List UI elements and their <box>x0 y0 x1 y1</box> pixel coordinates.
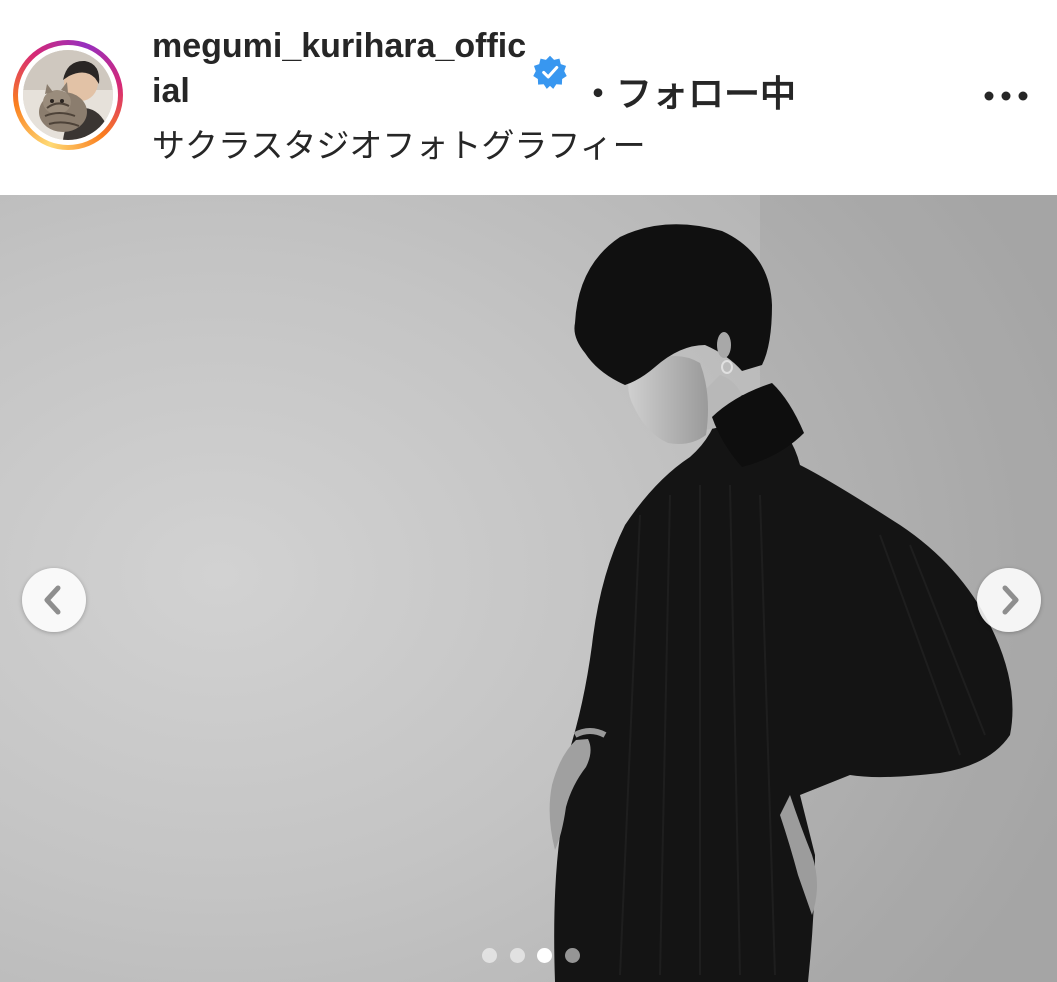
verified-badge-icon <box>533 55 567 89</box>
instagram-post: megumi_kurihara_official ・フォロー中 サクラスタジオフ… <box>0 0 1057 982</box>
carousel-dot <box>565 948 580 963</box>
photo-figure <box>549 195 1057 982</box>
avatar-photo <box>23 50 113 140</box>
chevron-right-icon <box>1002 585 1019 615</box>
post-header: megumi_kurihara_official ・フォロー中 サクラスタジオフ… <box>0 0 1057 195</box>
carousel-dot-active <box>537 948 552 963</box>
location-link[interactable]: サクラスタジオフォトグラフィー <box>152 124 646 168</box>
username-link[interactable]: megumi_kurihara_official <box>152 24 532 114</box>
more-options-icon[interactable] <box>982 86 1030 106</box>
carousel-dot <box>510 948 525 963</box>
carousel-dot <box>482 948 497 963</box>
post-image[interactable] <box>0 195 1057 982</box>
avatar[interactable] <box>23 50 113 140</box>
previous-image-button[interactable] <box>22 568 86 632</box>
follow-status-button[interactable]: ・フォロー中 <box>580 72 796 116</box>
next-image-button[interactable] <box>977 568 1041 632</box>
story-ring[interactable] <box>13 40 123 150</box>
chevron-left-icon <box>44 585 61 615</box>
